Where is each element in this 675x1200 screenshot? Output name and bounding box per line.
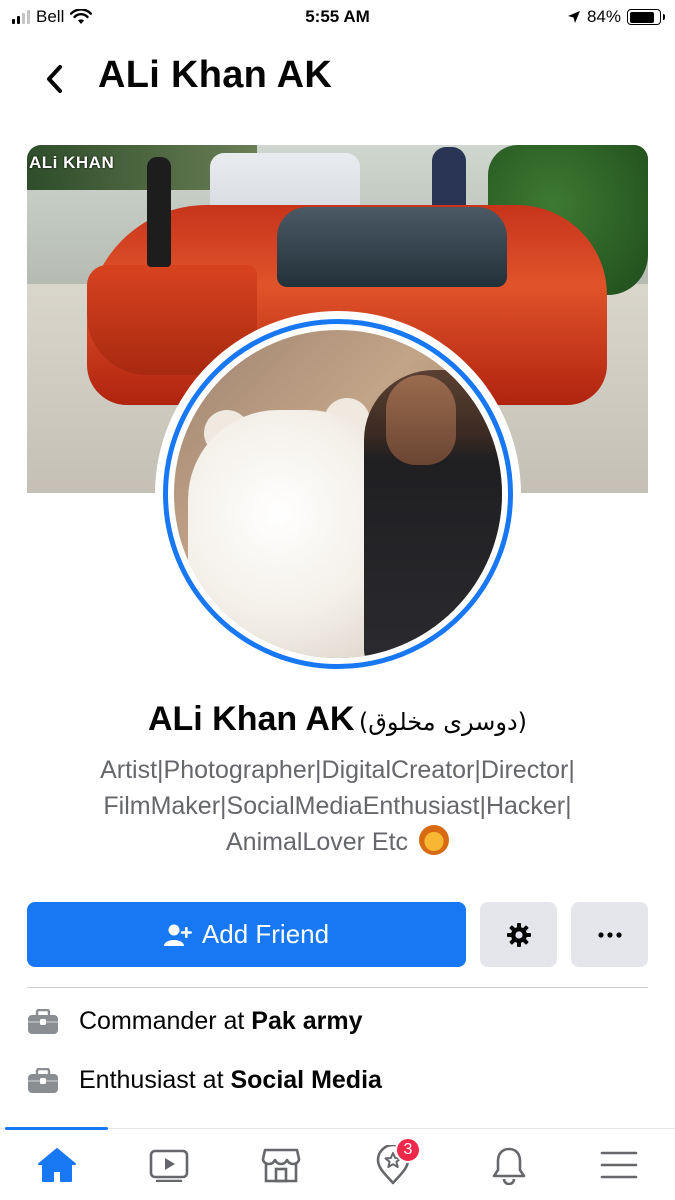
tab-notifications[interactable] — [484, 1143, 534, 1187]
settings-button[interactable] — [480, 902, 557, 967]
active-tab-indicator — [5, 1127, 108, 1130]
profile-name: ALi Khan AK — [147, 700, 355, 738]
work-place: Pak army — [251, 1007, 363, 1035]
cover-watermark: ALi KHAN — [29, 153, 115, 172]
menu-icon — [600, 1151, 638, 1179]
tab-home[interactable] — [32, 1143, 82, 1187]
status-bar: Bell 5:55 AM 84% — [0, 0, 675, 34]
work-info-row[interactable]: Commander at Pak army — [27, 1007, 363, 1036]
location-arrow-icon — [567, 11, 580, 23]
watch-icon — [149, 1149, 189, 1182]
bio-line: Artist|Photographer|DigitalCreator|Direc… — [100, 756, 575, 784]
profile-alt-name: (دوسری مخلوق) — [358, 708, 528, 736]
notification-badge: 3 — [395, 1137, 421, 1163]
chevron-left-icon — [47, 65, 62, 93]
bio-line-last: AnimalLover Etc — [40, 824, 635, 860]
notifications-icon — [492, 1147, 526, 1185]
home-icon — [38, 1148, 76, 1182]
tab-dating[interactable]: 3 — [368, 1137, 421, 1187]
battery-percent: 84% — [586, 7, 621, 26]
more-dots-icon — [597, 931, 622, 938]
back-button[interactable] — [38, 62, 72, 96]
tab-watch[interactable] — [144, 1143, 194, 1187]
profile-bio: Artist|Photographer|DigitalCreator|Direc… — [40, 752, 635, 860]
profile-name-line: ALi Khan AK (دوسری مخلوق) — [0, 700, 675, 739]
status-right: 84% — [567, 7, 665, 27]
briefcase-icon — [28, 1067, 58, 1093]
avatar[interactable] — [163, 319, 513, 669]
tab-menu[interactable] — [594, 1143, 644, 1187]
work-prefix: Commander at — [79, 1007, 252, 1035]
briefcase-icon — [28, 1008, 58, 1034]
bio-line: AnimalLover Etc — [226, 828, 409, 856]
bio-line: FilmMaker|SocialMediaEnthusiast|Hacker| — [103, 792, 572, 820]
add-person-icon — [163, 924, 192, 946]
bottom-tab-bar: 3 — [0, 1127, 675, 1200]
battery-icon — [627, 9, 665, 25]
marketplace-icon — [261, 1148, 301, 1183]
add-friend-label: Add Friend — [201, 919, 330, 949]
divider — [27, 987, 648, 988]
profile-actions: Add Friend — [27, 902, 648, 967]
work-place: Social Media — [230, 1066, 382, 1094]
profile-photo — [174, 330, 502, 658]
work-info-row[interactable]: Enthusiast at Social Media — [27, 1066, 382, 1095]
work-prefix: Enthusiast at — [79, 1066, 231, 1094]
profile-header: ALi Khan AK — [0, 50, 675, 106]
tab-marketplace[interactable] — [256, 1143, 306, 1187]
more-button[interactable] — [571, 902, 648, 967]
lion-face-icon — [418, 825, 449, 855]
add-friend-button[interactable]: Add Friend — [27, 902, 466, 967]
page-title: ALi Khan AK — [98, 54, 333, 96]
gear-icon — [506, 922, 531, 947]
